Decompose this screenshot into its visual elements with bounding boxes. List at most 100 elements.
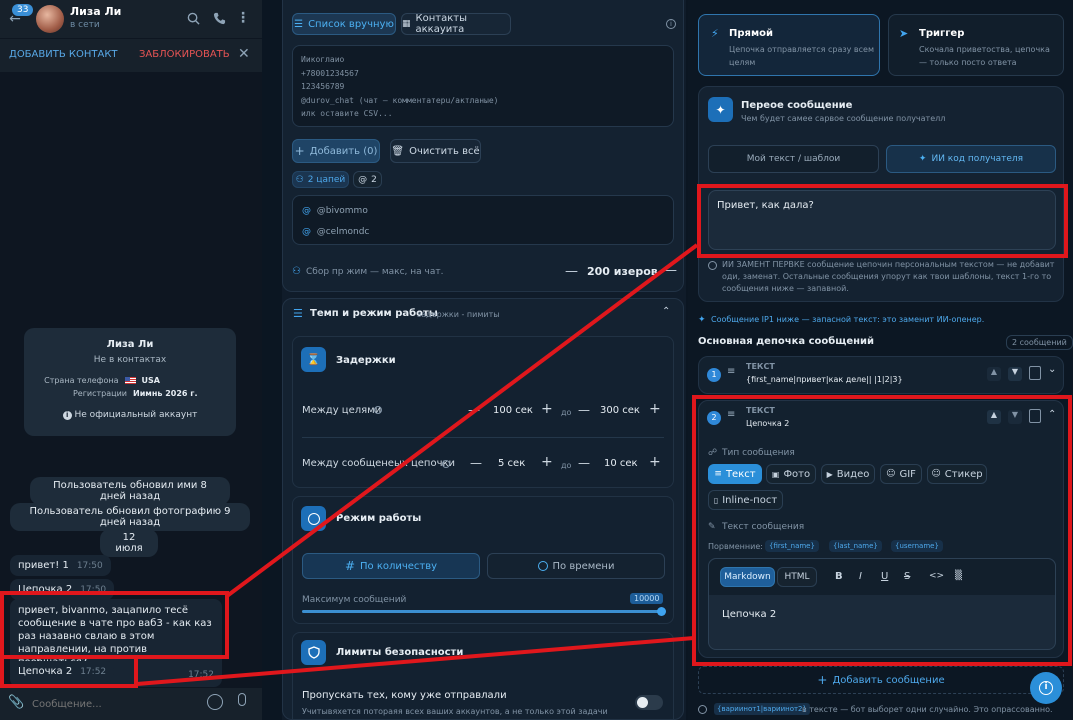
tab-manual-list[interactable]: ☰ Список вручную: [292, 13, 396, 35]
at-icon: @: [358, 174, 368, 185]
bold-icon[interactable]: B: [835, 571, 843, 582]
avatar[interactable]: [36, 5, 64, 33]
chevron-down-icon[interactable]: ⌄: [1048, 364, 1056, 375]
tab-account-contacts[interactable]: ▦ Контакты аккауита: [401, 13, 511, 35]
users-icon: ⚇: [292, 266, 301, 277]
tag-icon: ☍: [708, 448, 718, 458]
mode-by-count-button[interactable]: # По количеству: [302, 553, 480, 579]
markdown-tab[interactable]: Markdown: [720, 567, 775, 587]
increment-button[interactable]: +: [541, 401, 553, 417]
mode-trigger-card[interactable]: ➤ Триггер Скочала приветоства, цепочка —…: [888, 14, 1064, 76]
search-icon[interactable]: [186, 11, 200, 25]
strikethrough-icon[interactable]: S: [904, 571, 910, 582]
underline-icon[interactable]: U: [881, 571, 888, 582]
emoji-icon[interactable]: [207, 694, 223, 710]
text-lines-icon: ≡: [727, 409, 736, 420]
message-bubble[interactable]: привет! 1 17:50: [10, 555, 111, 576]
paperclip-icon[interactable]: 📎: [8, 695, 24, 710]
collect-value: 200 изеров: [587, 265, 658, 278]
move-down-icon[interactable]: ▼: [1008, 367, 1022, 381]
close-icon[interactable]: ✕: [238, 46, 250, 62]
increment-button[interactable]: +: [541, 454, 553, 470]
type-text-chip[interactable]: ≡ Текст: [708, 464, 762, 484]
help-fab[interactable]: i: [1030, 672, 1062, 704]
contact-status: в сети: [70, 20, 100, 30]
mode-by-time-button[interactable]: По времени: [487, 553, 665, 579]
decrement-button[interactable]: —: [578, 403, 590, 417]
clear-all-button[interactable]: 🗑 Очистить всё: [390, 139, 481, 163]
html-tab[interactable]: HTML: [777, 567, 817, 587]
item-number: 2: [707, 411, 721, 425]
own-text-tab[interactable]: Мой текст / шаблои: [708, 145, 879, 173]
targets-count-tag: ⚇ 2 цапей: [292, 171, 349, 188]
contact-name[interactable]: Лиза Ли: [70, 5, 121, 18]
italic-icon[interactable]: I: [859, 571, 862, 582]
more-vertical-icon[interactable]: ⋮: [236, 10, 250, 26]
clock-icon: [537, 561, 548, 571]
block-button[interactable]: ЗАБЛОКИРОВАТЬ: [139, 49, 230, 60]
type-inline-post-chip[interactable]: ▯ Inline-пост: [708, 490, 783, 510]
editor-text[interactable]: Цепочка 2: [722, 609, 776, 620]
add-contact-button[interactable]: ДОБАВИТЬ КОНТАКТ: [9, 49, 118, 60]
phone-country-value: USA: [141, 376, 160, 385]
chevron-up-icon[interactable]: ⌃: [662, 306, 670, 317]
collect-increment[interactable]: —: [664, 263, 677, 278]
microphone-icon[interactable]: [238, 693, 246, 706]
message-bubble[interactable]: Цепочка 2 17:52: [10, 661, 115, 682]
targets-textarea[interactable]: Иикоглаио +78001234567 123456789 @durov_…: [292, 45, 674, 127]
bookmark-icon: ▯: [713, 495, 719, 505]
textarea-line: Иикоглаио: [301, 55, 345, 64]
chain-count-badge: 2 сообщений: [1006, 335, 1073, 350]
increment-button[interactable]: +: [649, 454, 661, 470]
profile-card: Лиза Ли Не в контактах Страна телефона U…: [24, 328, 236, 436]
code-icon[interactable]: <>: [929, 571, 944, 581]
message-text: Цепочка 2: [18, 584, 73, 595]
max-messages-slider[interactable]: [302, 607, 666, 616]
sparkle-icon: ✦: [698, 315, 706, 325]
decrement-button[interactable]: —: [468, 403, 480, 417]
message-composer: 📎: [0, 688, 262, 720]
mentions-count-tag: @2: [353, 171, 382, 188]
delete-icon[interactable]: [1029, 366, 1041, 380]
clock-icon: [301, 506, 326, 531]
chevron-up-icon[interactable]: ⌃: [1048, 409, 1056, 420]
move-up-icon[interactable]: ▲: [987, 367, 1001, 381]
increment-button[interactable]: +: [649, 401, 661, 417]
variable-chip[interactable]: {username}: [891, 540, 943, 552]
textarea-line: 123456789: [301, 82, 345, 91]
profile-subtitle: Не в контактах: [93, 355, 167, 365]
skip-sent-toggle[interactable]: [635, 695, 663, 710]
to-label: до: [561, 408, 572, 417]
decrement-button[interactable]: —: [578, 456, 590, 470]
move-down-icon[interactable]: ▼: [1008, 410, 1022, 424]
target-item[interactable]: @bivommo: [317, 206, 368, 216]
message-input[interactable]: [32, 695, 192, 713]
type-photo-chip[interactable]: ▣ Фото: [766, 464, 816, 484]
chain-title: Основная депочка сообщений: [698, 336, 875, 347]
greeting-textarea[interactable]: Привет, как дала?: [708, 190, 1056, 250]
info-icon[interactable]: i: [666, 19, 676, 29]
mode-direct-card[interactable]: ⚡ Прямой Цепочка отправляется сразу всем…: [698, 14, 880, 76]
date-divider: 12 июля: [100, 529, 158, 557]
delete-icon[interactable]: [1029, 409, 1041, 423]
variable-chip[interactable]: {first_name}: [765, 540, 819, 552]
phone-icon[interactable]: [212, 11, 226, 25]
video-icon: ▶: [826, 469, 833, 479]
add-button[interactable]: + Добавить (0): [292, 139, 380, 163]
collect-decrement[interactable]: —: [565, 264, 578, 279]
slider-handle[interactable]: [657, 607, 666, 616]
move-up-icon[interactable]: ▲: [987, 410, 1001, 424]
spoiler-icon[interactable]: ▒: [955, 571, 962, 581]
type-video-chip[interactable]: ▶ Видео: [821, 464, 875, 484]
add-message-button[interactable]: + Добавить сообщение: [698, 666, 1064, 694]
first-message-title: Переое сообщение: [741, 100, 853, 111]
decrement-button[interactable]: —: [470, 456, 482, 470]
image-icon: ▣: [771, 469, 780, 479]
type-gif-chip[interactable]: ☺ GIF: [880, 464, 922, 484]
ai-code-tab[interactable]: ✦ ИИ код получателя: [886, 145, 1056, 173]
message-bubble[interactable]: Цепочка 2 17:50: [10, 579, 115, 600]
target-item[interactable]: @celmondc: [317, 227, 370, 237]
item-type: ТЕКСТ: [746, 406, 775, 415]
type-sticker-chip[interactable]: ☺ Стикер: [927, 464, 987, 484]
variable-chip[interactable]: {last_name}: [829, 540, 882, 552]
